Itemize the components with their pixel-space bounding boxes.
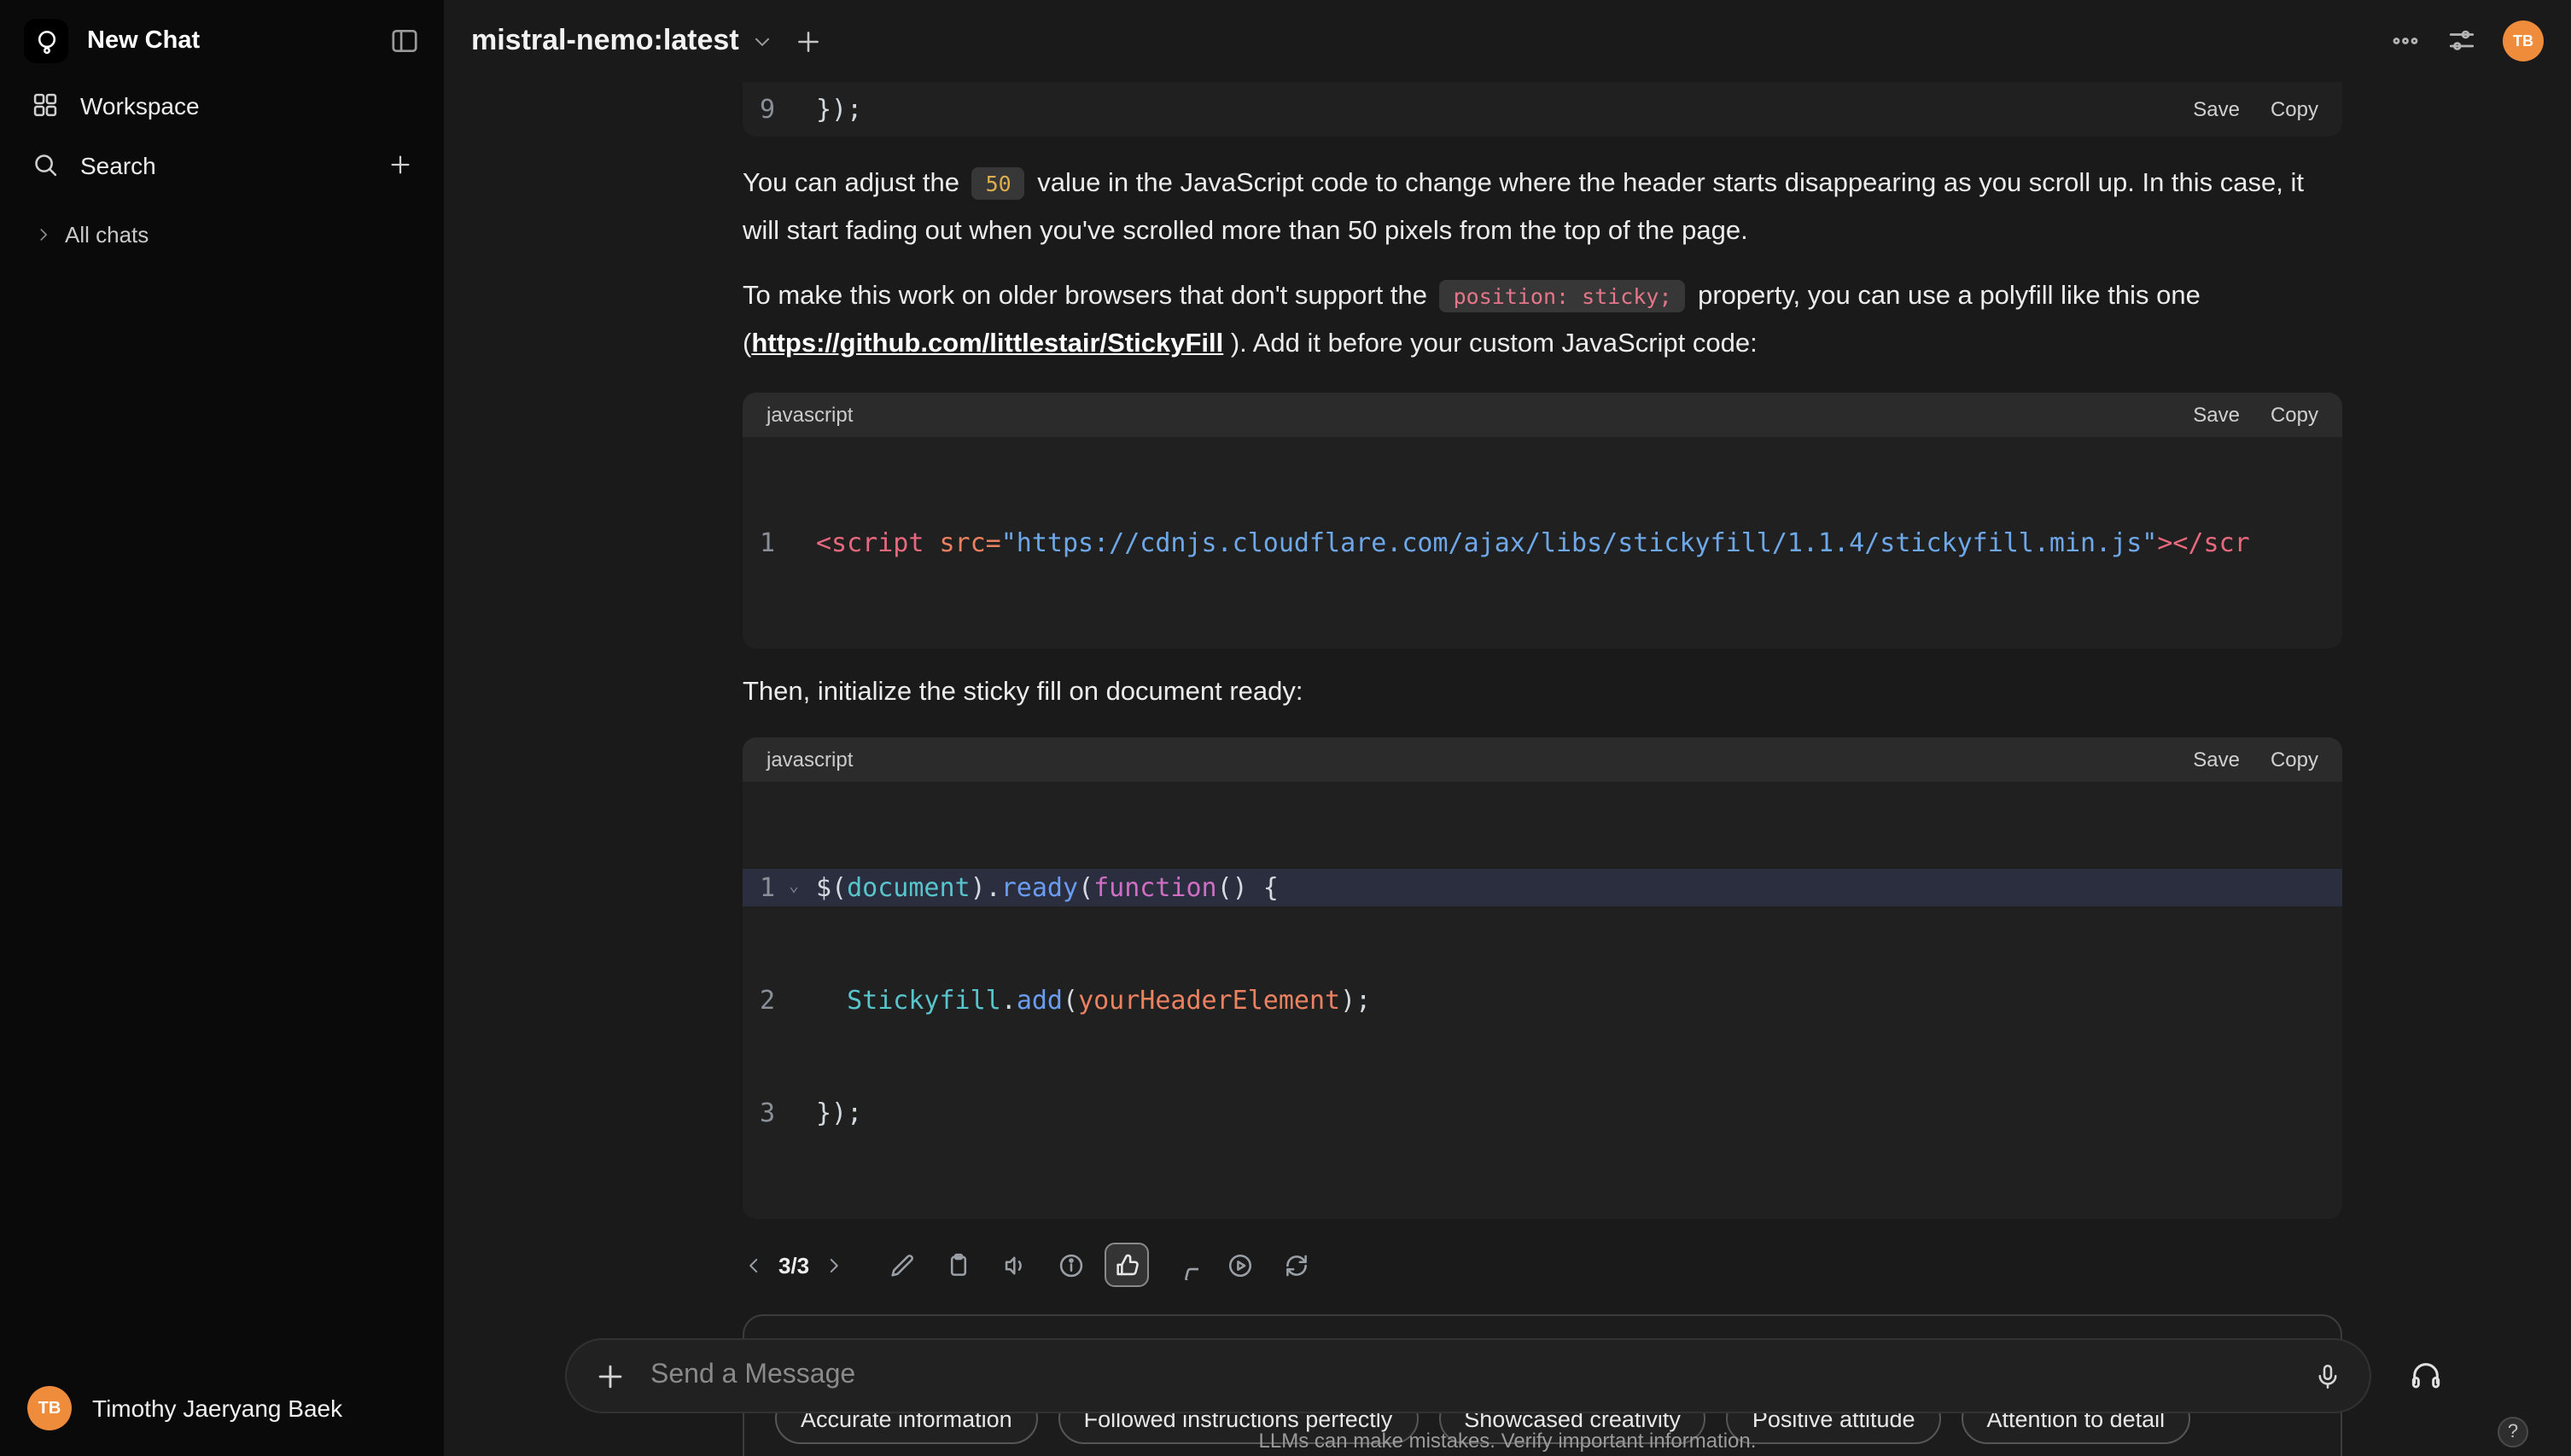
code-content: 1 ⌄ $(document).ready(function() { 2 Stick… (743, 782, 2342, 1219)
main-area: mistral-nemo:latest TB 9}); Save Copy Yo… (444, 0, 2571, 1456)
assistant-paragraph: Then, initialize the sticky fill on docu… (743, 669, 2342, 717)
paragraph-text: To make this work on older browsers that… (743, 282, 1435, 311)
chevron-right-icon (34, 225, 53, 244)
code-token: function (1093, 872, 1217, 903)
code-block-document-ready: javascript Save Copy 1 ⌄ $(document).ready… (743, 737, 2342, 1219)
code-token: . (1000, 985, 1017, 1016)
line-number: 3 (760, 1098, 776, 1128)
overflow-menu-button[interactable] (2390, 26, 2421, 56)
code-token: () { (1216, 872, 1279, 903)
code-block-header: javascript Save Copy (743, 737, 2342, 782)
microphone-icon[interactable] (2313, 1361, 2342, 1390)
user-avatar: TB (27, 1386, 72, 1430)
code-token: yourHeaderElement (1078, 985, 1341, 1016)
sidebar-toggle-button[interactable] (389, 26, 420, 56)
user-name: Timothy Jaeryang Baek (92, 1395, 343, 1422)
inline-code-50: 50 (971, 167, 1025, 200)
next-response-button[interactable] (823, 1254, 845, 1276)
code-token: }); (816, 94, 863, 125)
new-chat-plus-button[interactable] (794, 26, 823, 55)
code-token: src= (939, 527, 1001, 558)
code-token: "https://cdnjs.cloudflare.com/ajax/libs/… (1000, 527, 2158, 558)
message-action-bar: 3/3 (743, 1243, 2342, 1287)
regenerate-button[interactable] (1274, 1243, 1318, 1287)
prev-response-button[interactable] (743, 1254, 765, 1276)
code-block-partial: 9}); Save Copy (743, 82, 2342, 137)
info-button[interactable] (1048, 1243, 1093, 1287)
all-chats-section[interactable]: All chats (14, 213, 430, 256)
sidebar: New Chat Workspace Search All chats TB T… (0, 0, 444, 1456)
search-icon (31, 150, 60, 179)
line-number: 9 (760, 94, 776, 125)
all-chats-label: All chats (65, 222, 149, 248)
code-token: add (1016, 985, 1063, 1016)
code-token: ></scr (2157, 527, 2250, 558)
controls-sliders-button[interactable] (2446, 26, 2477, 56)
code-token: Stickyfill (847, 985, 1001, 1016)
sidebar-item-workspace[interactable]: Workspace (14, 77, 430, 133)
code-language-label: javascript (767, 748, 854, 772)
line-number: 1 (760, 872, 776, 903)
header-avatar[interactable]: TB (2503, 20, 2544, 61)
code-save-button[interactable]: Save (2193, 403, 2240, 427)
voice-call-headphones-button[interactable] (2395, 1345, 2457, 1406)
app-window: New Chat Workspace Search All chats TB T… (0, 0, 2571, 1456)
line-number: 1 (760, 527, 776, 558)
search-label: Search (80, 151, 156, 178)
code-language-label: javascript (767, 403, 854, 427)
copy-message-button[interactable] (936, 1243, 980, 1287)
thumbs-down-button[interactable] (1161, 1243, 1205, 1287)
code-token: ). (970, 872, 1001, 903)
paragraph-text: ). Add it before your custom JavaScript … (1223, 329, 1758, 358)
model-selector[interactable]: mistral-nemo:latest (471, 24, 773, 58)
code-content: 1 <script src="https://cdnjs.cloudflare.c… (743, 437, 2342, 649)
model-name: mistral-nemo:latest (471, 24, 739, 56)
user-menu-button[interactable]: TB Timothy Jaeryang Baek (14, 1377, 430, 1439)
assistant-paragraph: To make this work on older browsers that… (743, 273, 2342, 369)
code-copy-button[interactable]: Copy (2271, 97, 2318, 121)
code-token: ready (1000, 872, 1079, 903)
read-aloud-button[interactable] (992, 1243, 1036, 1287)
code-block-header: javascript Save Copy (743, 393, 2342, 437)
code-token: <script (816, 527, 940, 558)
chevron-down-icon (751, 30, 773, 52)
sidebar-plus-icon[interactable] (388, 152, 413, 178)
stickyfill-link[interactable]: https://github.com/littlestair/StickyFil… (751, 329, 1223, 358)
help-button[interactable]: ? (2498, 1417, 2528, 1447)
message-input[interactable] (647, 1359, 2313, 1393)
code-token: ); (1340, 985, 1372, 1016)
attach-plus-button[interactable] (594, 1360, 627, 1392)
workspace-grid-icon (31, 90, 60, 119)
message-composer (565, 1338, 2371, 1413)
code-token: $( (816, 872, 848, 903)
code-save-button[interactable]: Save (2193, 97, 2240, 121)
continue-response-button[interactable] (1217, 1243, 1262, 1287)
edit-message-button[interactable] (879, 1243, 924, 1287)
paragraph-text: Then, initialize the sticky fill on docu… (743, 678, 1303, 707)
sidebar-item-search[interactable]: Search (14, 137, 430, 193)
line-number: 2 (760, 985, 776, 1016)
assistant-paragraph: You can adjust the 50 value in the JavaS… (743, 160, 2342, 256)
code-save-button[interactable]: Save (2193, 748, 2240, 772)
disclaimer-text: LLMs can make mistakes. Verify important… (1258, 1429, 1757, 1453)
workspace-label: Workspace (80, 91, 200, 119)
top-bar: mistral-nemo:latest TB (444, 0, 2571, 82)
code-block-script-tag: javascript Save Copy 1 <script src="https… (743, 393, 2342, 649)
code-copy-button[interactable]: Copy (2271, 748, 2318, 772)
response-pager: 3/3 (778, 1252, 810, 1278)
app-logo-icon (24, 19, 68, 63)
code-token: ( (1063, 985, 1079, 1016)
fold-chevron-icon[interactable]: ⌄ (789, 869, 816, 906)
paragraph-text: You can adjust the (743, 169, 967, 198)
inline-code-position-sticky: position: sticky; (1439, 280, 1686, 312)
code-copy-button[interactable]: Copy (2271, 403, 2318, 427)
chat-column: 9}); Save Copy You can adjust the 50 val… (743, 82, 2342, 1456)
new-chat-label: New Chat (87, 27, 201, 55)
new-chat-button[interactable]: New Chat (24, 19, 200, 63)
thumbs-up-button[interactable] (1105, 1243, 1150, 1287)
code-token: document (847, 872, 971, 903)
code-token: }); (816, 1098, 863, 1128)
code-token: ( (1078, 872, 1094, 903)
